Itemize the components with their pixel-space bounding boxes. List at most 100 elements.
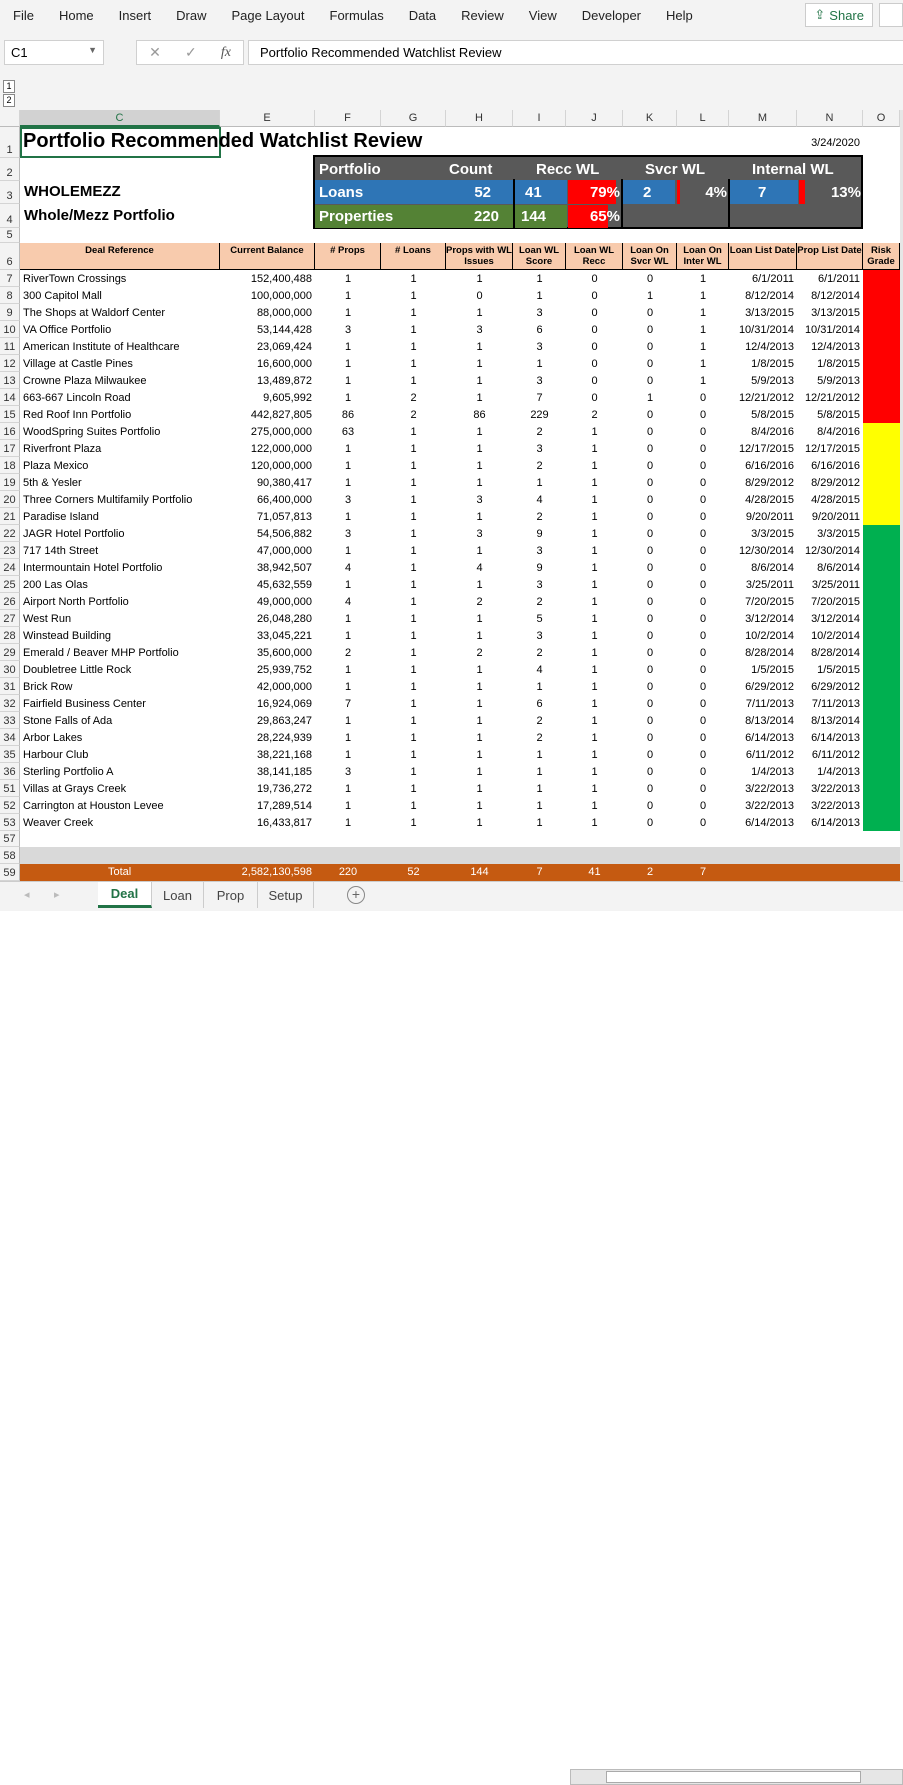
deal-reference[interactable]: Village at Castle Pines <box>20 355 220 372</box>
menu-draw[interactable]: Draw <box>163 8 218 23</box>
row-header[interactable]: 30 <box>0 661 20 678</box>
table-cell[interactable]: 1 <box>623 389 677 406</box>
table-cell[interactable]: 7/11/2013 <box>797 695 863 712</box>
table-cell[interactable]: 3 <box>513 304 566 321</box>
deal-reference[interactable]: WoodSpring Suites Portfolio <box>20 423 220 440</box>
table-cell[interactable]: 8/12/2014 <box>797 287 863 304</box>
table-cell[interactable]: 1/8/2015 <box>729 355 797 372</box>
table-cell[interactable]: 4 <box>315 593 381 610</box>
table-cell[interactable]: 1 <box>315 712 381 729</box>
table-cell[interactable]: 1 <box>446 440 513 457</box>
table-cell[interactable]: 1 <box>315 457 381 474</box>
table-cell[interactable]: 29,863,247 <box>220 712 315 729</box>
deal-reference[interactable]: RiverTown Crossings <box>20 270 220 287</box>
outline-level-2[interactable]: 2 <box>3 94 15 107</box>
column-header-H[interactable]: H <box>446 110 513 127</box>
table-cell[interactable]: 1 <box>315 287 381 304</box>
table-cell[interactable]: 1 <box>381 746 446 763</box>
table-cell[interactable]: 0 <box>677 644 729 661</box>
table-cell[interactable]: 1 <box>677 338 729 355</box>
table-cell[interactable]: 3/25/2011 <box>797 576 863 593</box>
table-cell[interactable]: 3 <box>446 491 513 508</box>
table-cell[interactable]: 9/20/2011 <box>729 508 797 525</box>
column-header-I[interactable]: I <box>513 110 566 127</box>
risk-grade-cell[interactable] <box>863 508 900 525</box>
row-header[interactable]: 27 <box>0 610 20 627</box>
row-header[interactable]: 21 <box>0 508 20 525</box>
table-cell[interactable]: 1 <box>566 508 623 525</box>
table-cell[interactable]: 0 <box>623 355 677 372</box>
table-cell[interactable]: 1 <box>566 678 623 695</box>
menu-view[interactable]: View <box>516 8 569 23</box>
table-cell[interactable]: 9/20/2011 <box>797 508 863 525</box>
table-cell[interactable]: 0 <box>623 797 677 814</box>
table-cell[interactable]: 152,400,488 <box>220 270 315 287</box>
risk-grade-cell[interactable] <box>863 355 900 372</box>
table-cell[interactable]: 1 <box>513 355 566 372</box>
column-header-F[interactable]: F <box>315 110 381 127</box>
table-cell[interactable]: 1 <box>381 644 446 661</box>
table-cell[interactable]: 2 <box>513 593 566 610</box>
row-header[interactable]: 8 <box>0 287 20 304</box>
row-header[interactable]: 23 <box>0 542 20 559</box>
table-cell[interactable]: 1 <box>513 797 566 814</box>
table-cell[interactable]: 2 <box>446 644 513 661</box>
table-cell[interactable]: 86 <box>446 406 513 423</box>
table-cell[interactable]: 3 <box>315 763 381 780</box>
column-header-M[interactable]: M <box>729 110 797 127</box>
table-cell[interactable]: 6/29/2012 <box>797 678 863 695</box>
table-cell[interactable]: 1 <box>381 321 446 338</box>
table-cell[interactable]: 1 <box>381 440 446 457</box>
table-cell[interactable]: 2 <box>315 644 381 661</box>
table-cell[interactable]: 4 <box>513 661 566 678</box>
deal-reference[interactable]: Intermountain Hotel Portfolio <box>20 559 220 576</box>
risk-grade-cell[interactable] <box>863 763 900 780</box>
table-cell[interactable]: 9,605,992 <box>220 389 315 406</box>
table-cell[interactable]: 3 <box>513 576 566 593</box>
table-cell[interactable]: 1 <box>446 270 513 287</box>
table-cell[interactable]: 1/5/2015 <box>797 661 863 678</box>
risk-grade-cell[interactable] <box>863 814 900 831</box>
risk-grade-cell[interactable] <box>863 559 900 576</box>
table-cell[interactable]: 4 <box>513 491 566 508</box>
table-cell[interactable]: 1 <box>446 508 513 525</box>
row-header[interactable]: 32 <box>0 695 20 712</box>
table-cell[interactable]: 3/3/2015 <box>729 525 797 542</box>
table-cell[interactable]: 13,489,872 <box>220 372 315 389</box>
table-cell[interactable]: 2 <box>513 508 566 525</box>
row-header[interactable]: 53 <box>0 814 20 831</box>
table-cell[interactable]: 2 <box>513 729 566 746</box>
table-cell[interactable]: 0 <box>623 559 677 576</box>
table-cell[interactable]: 88,000,000 <box>220 304 315 321</box>
table-cell[interactable]: 2 <box>513 712 566 729</box>
row-header[interactable]: 35 <box>0 746 20 763</box>
deal-reference[interactable]: Red Roof Inn Portfolio <box>20 406 220 423</box>
table-cell[interactable]: 1/8/2015 <box>797 355 863 372</box>
table-cell[interactable]: 8/29/2012 <box>797 474 863 491</box>
table-cell[interactable]: 0 <box>677 508 729 525</box>
column-header-N[interactable]: N <box>797 110 863 127</box>
table-cell[interactable]: 1 <box>566 474 623 491</box>
deal-reference[interactable]: Plaza Mexico <box>20 457 220 474</box>
table-cell[interactable]: 1 <box>566 423 623 440</box>
table-cell[interactable]: 42,000,000 <box>220 678 315 695</box>
table-cell[interactable]: 0 <box>566 338 623 355</box>
table-cell[interactable]: 1 <box>566 712 623 729</box>
row-header[interactable]: 13 <box>0 372 20 389</box>
table-cell[interactable]: 6 <box>513 695 566 712</box>
deal-reference[interactable]: Arbor Lakes <box>20 729 220 746</box>
table-cell[interactable]: 49,000,000 <box>220 593 315 610</box>
table-cell[interactable]: 86 <box>315 406 381 423</box>
table-cell[interactable]: 0 <box>623 270 677 287</box>
menu-insert[interactable]: Insert <box>106 8 164 23</box>
table-cell[interactable]: 122,000,000 <box>220 440 315 457</box>
table-cell[interactable]: 0 <box>566 321 623 338</box>
check-icon[interactable]: ✓ <box>185 44 197 61</box>
table-cell[interactable]: 1 <box>513 763 566 780</box>
table-cell[interactable]: 0 <box>677 763 729 780</box>
row-header[interactable]: 6 <box>0 243 20 270</box>
outline-level-1[interactable]: 1 <box>3 80 15 93</box>
risk-grade-cell[interactable] <box>863 678 900 695</box>
table-cell[interactable]: 2 <box>446 593 513 610</box>
table-cell[interactable]: 1 <box>446 304 513 321</box>
